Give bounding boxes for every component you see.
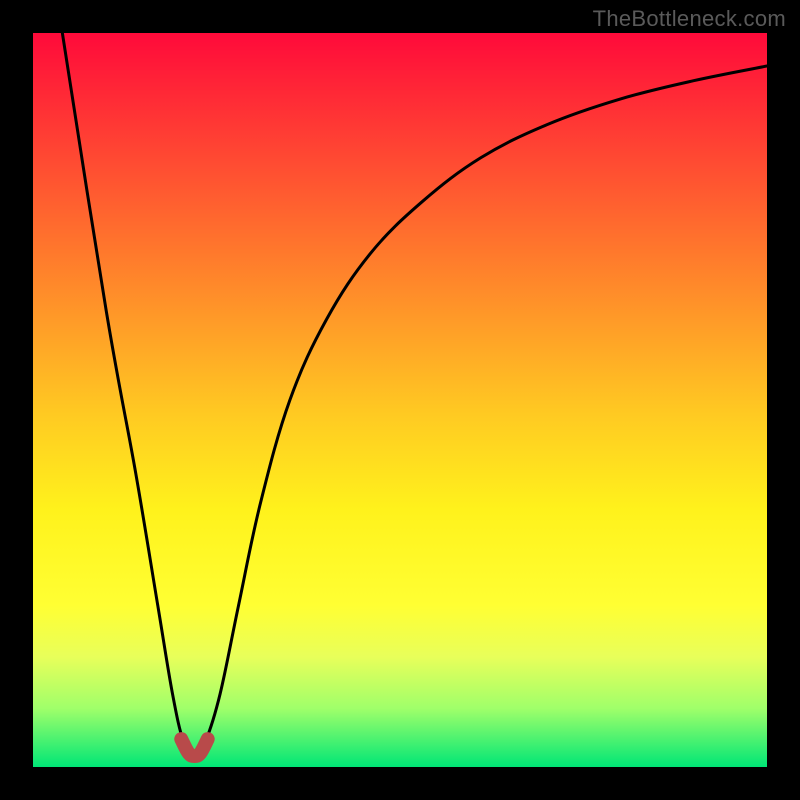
bottleneck-curve xyxy=(62,33,767,756)
curve-minimum-highlight xyxy=(181,739,207,756)
watermark-label: TheBottleneck.com xyxy=(593,6,786,32)
chart-svg xyxy=(33,33,767,767)
chart-plot-area xyxy=(33,33,767,767)
chart-frame: TheBottleneck.com xyxy=(0,0,800,800)
